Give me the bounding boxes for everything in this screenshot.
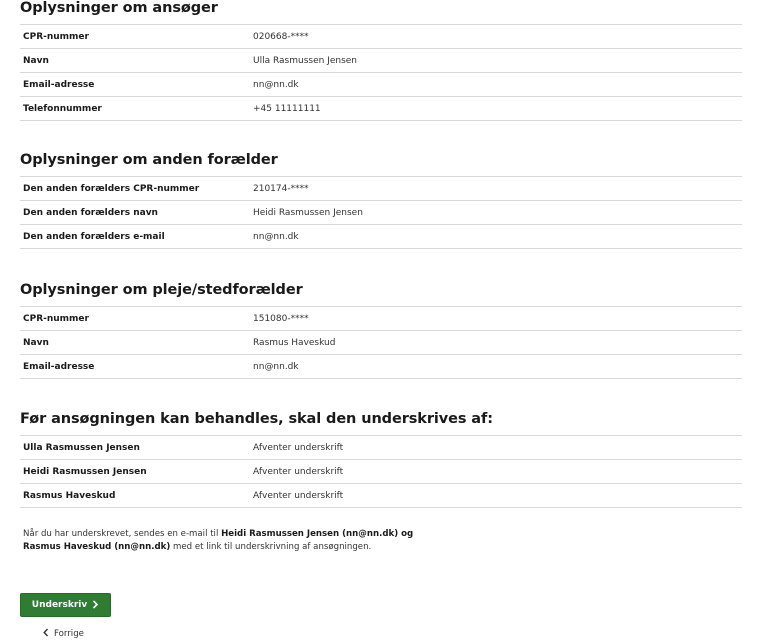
signer-name: Heidi Rasmussen Jensen — [23, 466, 147, 477]
application-summary-page: Oplysninger om ansøger CPR-nummer 020668… — [0, 0, 776, 643]
table-row: Den anden forælders e-mail nn@nn.dk — [20, 224, 742, 249]
table-row: Den anden forælders navn Heidi Rasmussen… — [20, 200, 742, 225]
table-row: Telefonnummer +45 11111111 — [20, 96, 742, 121]
row-value: 151080-**** — [253, 313, 309, 324]
note-bold2: Rasmus Haveskud (nn@nn.dk) — [23, 542, 171, 552]
note-part2: med et link til underskrivning af ansøgn… — [170, 542, 372, 552]
table-row: Ulla Rasmussen Jensen Afventer underskri… — [20, 435, 742, 460]
sign-button[interactable]: Underskriv — [20, 593, 111, 617]
signer-name: Ulla Rasmussen Jensen — [23, 442, 140, 453]
row-value: Rasmus Haveskud — [253, 337, 336, 348]
chevron-right-icon — [92, 599, 99, 611]
row-label: Email-adresse — [23, 361, 95, 372]
signatures-section-title: Før ansøgningen kan behandles, skal den … — [20, 411, 493, 427]
row-label: Den anden forælders CPR-nummer — [23, 183, 200, 194]
row-value: nn@nn.dk — [253, 361, 299, 372]
applicant-section: Oplysninger om ansøger CPR-nummer 020668… — [20, 0, 742, 121]
table-row: Navn Ulla Rasmussen Jensen — [20, 48, 742, 73]
row-value: +45 11111111 — [253, 103, 321, 114]
table-row: Heidi Rasmussen Jensen Afventer underskr… — [20, 459, 742, 484]
row-value: 020668-**** — [253, 31, 309, 42]
signing-note-text: Når du har underskrevet, sendes en e-mai… — [23, 528, 583, 554]
row-label: Den anden forælders navn — [23, 207, 158, 218]
applicant-section-title: Oplysninger om ansøger — [20, 0, 218, 16]
table-row: CPR-nummer 020668-**** — [20, 24, 742, 49]
signature-status: Afventer underskrift — [253, 442, 344, 453]
row-value: nn@nn.dk — [253, 79, 299, 90]
sign-button-label: Underskriv — [31, 600, 88, 610]
foster-parent-section: Oplysninger om pleje/stedforælder CPR-nu… — [20, 282, 742, 379]
row-value: Ulla Rasmussen Jensen — [253, 55, 358, 66]
foster-parent-section-title: Oplysninger om pleje/stedforælder — [20, 282, 303, 298]
chevron-left-icon — [43, 628, 49, 640]
row-label: CPR-nummer — [23, 31, 89, 42]
table-row: Rasmus Haveskud Afventer underskrift — [20, 483, 742, 508]
row-label: Email-adresse — [23, 79, 95, 90]
table-row: Navn Rasmus Haveskud — [20, 330, 742, 355]
back-link[interactable]: Forrige — [43, 628, 84, 640]
table-row: Email-adresse nn@nn.dk — [20, 72, 742, 97]
other-parent-section-title: Oplysninger om anden forælder — [20, 152, 278, 168]
note-bold1: Heidi Rasmussen Jensen (nn@nn.dk) og — [221, 529, 414, 539]
signatures-section: Før ansøgningen kan behandles, skal den … — [20, 411, 742, 508]
signatures-table: Ulla Rasmussen Jensen Afventer underskri… — [20, 435, 742, 508]
table-row: CPR-nummer 151080-**** — [20, 306, 742, 331]
other-parent-table: Den anden forælders CPR-nummer 210174-**… — [20, 176, 742, 249]
row-label: Den anden forælders e-mail — [23, 231, 165, 242]
row-value: Heidi Rasmussen Jensen — [253, 207, 363, 218]
signature-status: Afventer underskrift — [253, 490, 344, 501]
row-label: CPR-nummer — [23, 313, 89, 324]
note-part1: Når du har underskrevet, sendes en e-mai… — [23, 529, 222, 539]
signer-name: Rasmus Haveskud — [23, 490, 116, 501]
back-link-label: Forrige — [54, 629, 84, 639]
row-value: nn@nn.dk — [253, 231, 299, 242]
foster-parent-table: CPR-nummer 151080-**** Navn Rasmus Haves… — [20, 306, 742, 379]
applicant-table: CPR-nummer 020668-**** Navn Ulla Rasmuss… — [20, 24, 742, 121]
row-label: Telefonnummer — [23, 103, 102, 114]
signing-note: Når du har underskrevet, sendes en e-mai… — [20, 528, 583, 554]
row-label: Navn — [23, 337, 49, 348]
table-row: Email-adresse nn@nn.dk — [20, 354, 742, 379]
other-parent-section: Oplysninger om anden forælder Den anden … — [20, 152, 742, 249]
row-value: 210174-**** — [253, 183, 309, 194]
row-label: Navn — [23, 55, 49, 66]
table-row: Den anden forælders CPR-nummer 210174-**… — [20, 176, 742, 201]
signature-status: Afventer underskrift — [253, 466, 344, 477]
